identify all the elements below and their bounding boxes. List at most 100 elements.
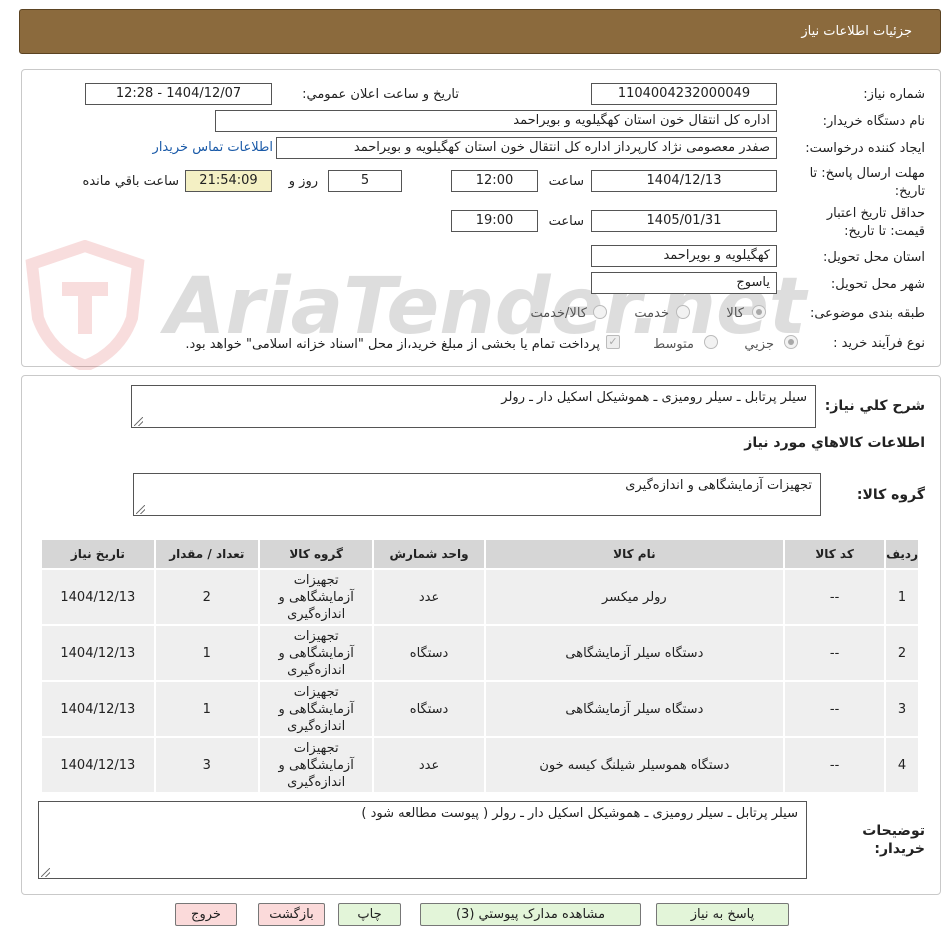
category-option-goods: کالا [726, 306, 744, 321]
province-field: کهگیلویه و بویراحمد [591, 245, 777, 267]
table-row: 3 -- دستگاه سیلر آزمایشگاهی دستگاه تجهیز… [40, 680, 920, 738]
payment-note: پرداخت تمام یا بخشی از مبلغ خرید،از محل … [185, 337, 600, 352]
deadline-label: مهلت ارسال پاسخ: تا [809, 166, 925, 181]
buyer-notes-label: توضیحات [862, 823, 925, 839]
goods-group-textarea[interactable]: تجهیزات آزمایشگاهی و اندازه‌گیری [133, 473, 821, 516]
buyer-field: اداره کل انتقال خون استان کهگیلویه و بوی… [215, 110, 777, 132]
buyer-notes-text: سیلر پرتابل ـ سیلر رومیزی ـ هموشیکل اسکی… [361, 806, 798, 821]
goods-section-title: اطلاعات كالاهاي مورد نياز [744, 435, 925, 451]
page-header: جزئیات اطلاعات نیاز [19, 9, 941, 54]
category-radio-both[interactable] [593, 305, 607, 319]
resize-grip-icon[interactable] [134, 417, 143, 426]
column-header-group: گروه کالا [257, 538, 375, 570]
category-radio-goods[interactable] [752, 305, 766, 319]
exit-button[interactable]: خروج [175, 903, 237, 926]
province-label: استان محل تحویل: [823, 250, 925, 265]
cell-name: دستگاه سیلر آزمایشگاهی [483, 680, 786, 738]
buyer-notes-textarea[interactable]: سیلر پرتابل ـ سیلر رومیزی ـ هموشیکل اسکی… [38, 801, 807, 879]
process-radio-medium[interactable] [704, 335, 718, 349]
cell-group: تجهیزات آزمایشگاهی و اندازه‌گیری [257, 568, 375, 626]
validity-time-label: ساعت [548, 214, 584, 229]
cell-code: -- [783, 680, 887, 738]
print-button[interactable]: چاپ [338, 903, 401, 926]
deadline-date-field: 1404/12/13 [591, 170, 777, 192]
cell-unit: عدد [372, 568, 486, 626]
summary-label: شرح كلي نياز: [824, 398, 925, 414]
cell-name: رولر میکسر [483, 568, 786, 626]
process-option-partial: جزیي [744, 337, 774, 352]
need-number-field: 1104004232000049 [591, 83, 777, 105]
cell-code: -- [783, 624, 887, 682]
cell-quantity: 3 [153, 736, 260, 794]
category-label: طبقه بندی موضوعی: [809, 306, 925, 321]
buyer-contact-link[interactable]: اطلاعات تماس خریدار [153, 140, 273, 155]
cell-date: 1404/12/13 [40, 568, 156, 626]
summary-textarea[interactable]: سیلر پرتابل ـ سیلر رومیزی ـ هموشیکل اسکی… [131, 385, 816, 428]
cell-row-number: 2 [884, 624, 920, 682]
reply-button[interactable]: پاسخ به نیاز [656, 903, 789, 926]
category-option-both: کالا/خدمت [530, 306, 587, 321]
resize-grip-icon[interactable] [41, 868, 50, 877]
table-header-row: ردیف کد کالا نام کالا واحد شمارش گروه کا… [40, 538, 920, 570]
cell-row-number: 3 [884, 680, 920, 738]
need-number-label: شماره نیاز: [863, 87, 925, 102]
table-row: 2 -- دستگاه سیلر آزمایشگاهی دستگاه تجهیز… [40, 624, 920, 682]
cell-name: دستگاه هموسیلر شیلنگ کیسه خون [483, 736, 786, 794]
cell-unit: دستگاه [372, 680, 486, 738]
validity-label-2: قیمت: تا تاریخ: [844, 224, 925, 239]
days-label: روز و [288, 174, 318, 189]
deadline-time-label: ساعت [548, 174, 584, 189]
table-row: 1 -- رولر میکسر عدد تجهیزات آزمایشگاهی و… [40, 568, 920, 626]
deadline-label-2: تاریخ: [894, 184, 925, 199]
column-header-name: نام کالا [483, 538, 786, 570]
creator-label: ایجاد کننده درخواست: [805, 141, 925, 156]
announce-field: 1404/12/07 - 12:28 [85, 83, 272, 105]
creator-field: صفدر معصومی نژاد کارپرداز اداره کل انتقا… [276, 137, 777, 159]
resize-grip-icon[interactable] [136, 505, 145, 514]
cell-group: تجهیزات آزمایشگاهی و اندازه‌گیری [257, 736, 375, 794]
column-header-quantity: تعداد / مقدار [153, 538, 260, 570]
remaining-time-label: ساعت باقي مانده [82, 174, 179, 189]
treasury-payment-checkbox[interactable]: ✓ [606, 335, 620, 349]
validity-date-field: 1405/01/31 [591, 210, 777, 232]
validity-time-field: 19:00 [451, 210, 538, 232]
process-label: نوع فرآیند خرید : [833, 336, 925, 351]
column-header-date: تاریخ نیاز [40, 538, 156, 570]
summary-text: سیلر پرتابل ـ سیلر رومیزی ـ هموشیکل اسکی… [501, 390, 807, 405]
cell-group: تجهیزات آزمایشگاهی و اندازه‌گیری [257, 624, 375, 682]
cell-quantity: 2 [153, 568, 260, 626]
city-label: شهر محل تحویل: [830, 277, 925, 292]
cell-date: 1404/12/13 [40, 680, 156, 738]
buyer-label: نام دستگاه خریدار: [822, 114, 925, 129]
announce-label: تاریخ و ساعت اعلان عمومي: [302, 87, 459, 102]
goods-group-text: تجهیزات آزمایشگاهی و اندازه‌گیری [625, 478, 812, 493]
process-option-medium: متوسط [653, 337, 694, 352]
back-button[interactable]: بازگشت [258, 903, 325, 926]
column-header-code: کد کالا [783, 538, 887, 570]
cell-name: دستگاه سیلر آزمایشگاهی [483, 624, 786, 682]
page-title: جزئیات اطلاعات نیاز [801, 24, 912, 39]
city-field: یاسوج [591, 272, 777, 294]
days-remaining-field: 5 [328, 170, 402, 192]
view-attachments-button[interactable]: مشاهده مدارک پیوستي (3) [420, 903, 641, 926]
goods-group-label: گروه کالا: [856, 487, 925, 503]
column-header-row-number: ردیف [884, 538, 920, 570]
remaining-time-field: 21:54:09 [185, 170, 272, 192]
cell-quantity: 1 [153, 624, 260, 682]
cell-unit: عدد [372, 736, 486, 794]
column-header-unit: واحد شمارش [372, 538, 486, 570]
deadline-time-field: 12:00 [451, 170, 538, 192]
cell-quantity: 1 [153, 680, 260, 738]
cell-code: -- [783, 736, 887, 794]
process-radio-partial[interactable] [784, 335, 798, 349]
cell-group: تجهیزات آزمایشگاهی و اندازه‌گیری [257, 680, 375, 738]
category-option-service: خدمت [634, 306, 669, 321]
goods-table: ردیف کد کالا نام کالا واحد شمارش گروه کا… [40, 538, 920, 794]
cell-row-number: 4 [884, 736, 920, 794]
category-radio-service[interactable] [676, 305, 690, 319]
table-row: 4 -- دستگاه هموسیلر شیلنگ کیسه خون عدد ت… [40, 736, 920, 794]
cell-row-number: 1 [884, 568, 920, 626]
cell-date: 1404/12/13 [40, 736, 156, 794]
validity-label: حداقل تاریخ اعتبار [826, 206, 925, 221]
cell-date: 1404/12/13 [40, 624, 156, 682]
